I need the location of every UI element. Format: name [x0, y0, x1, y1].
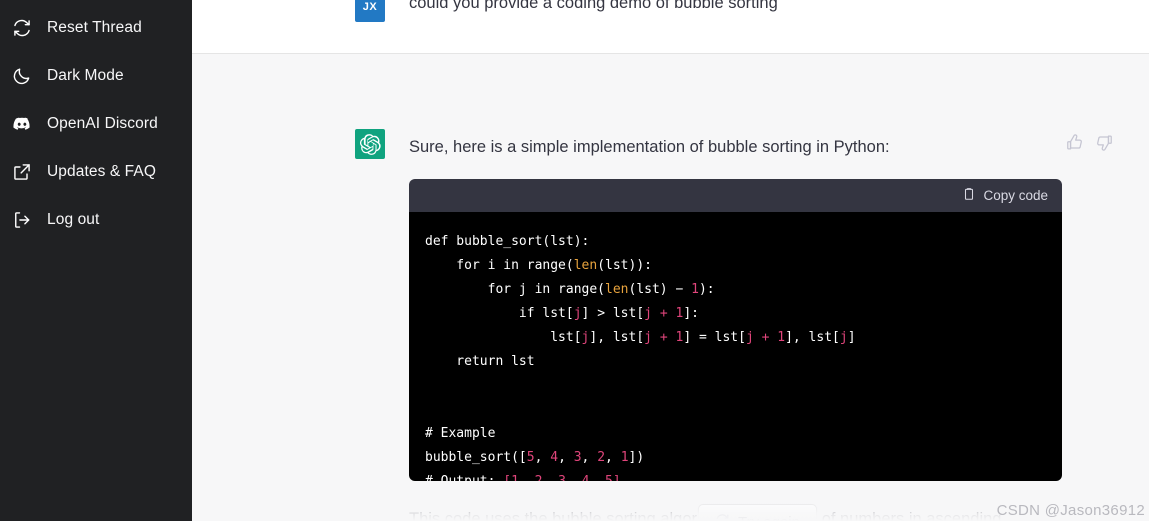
- chat-main: JX could you provide a coding demo of bu…: [192, 0, 1149, 521]
- sidebar-item-label: Log out: [47, 211, 100, 229]
- message-user: JX could you provide a coding demo of bu…: [192, 0, 1149, 54]
- sidebar-item-label: Dark Mode: [47, 67, 124, 85]
- sidebar-item-label: Reset Thread: [47, 19, 142, 37]
- code-block-body[interactable]: def bubble_sort(lst): for i in range(len…: [409, 212, 1062, 481]
- try-again-button[interactable]: Try again: [698, 504, 817, 521]
- avatar-assistant: [355, 129, 385, 159]
- refresh-icon: [715, 513, 730, 521]
- sidebar-item-dark-mode[interactable]: Dark Mode: [0, 52, 192, 100]
- openai-logo-icon: [359, 133, 381, 155]
- logout-icon: [11, 209, 33, 231]
- sidebar-item-openai-discord[interactable]: OpenAI Discord: [0, 100, 192, 148]
- copy-code-label: Copy code: [983, 188, 1048, 203]
- feedback-controls: [1065, 133, 1114, 152]
- message-assistant: Sure, here is a simple implementation of…: [192, 54, 1149, 521]
- thumbs-up-icon[interactable]: [1065, 133, 1084, 152]
- try-again-label: Try again: [738, 514, 800, 521]
- external-link-icon: [11, 161, 33, 183]
- sidebar-item-reset-thread[interactable]: Reset Thread: [0, 4, 192, 52]
- reset-icon: [11, 17, 33, 39]
- sidebar-item-label: Updates & FAQ: [47, 163, 156, 181]
- moon-icon: [11, 65, 33, 87]
- code-text: def bubble_sort(lst): for i in range(len…: [425, 234, 856, 481]
- thumbs-down-icon[interactable]: [1095, 133, 1114, 152]
- code-block: Copy code def bubble_sort(lst): for i in…: [409, 179, 1062, 481]
- copy-code-button[interactable]: Copy code: [962, 187, 1048, 204]
- user-message-text: could you provide a coding demo of bubbl…: [409, 0, 778, 12]
- sidebar: Reset Thread Dark Mode OpenAI Discord Up…: [0, 0, 192, 521]
- clipboard-icon: [962, 187, 976, 204]
- app-root: Reset Thread Dark Mode OpenAI Discord Up…: [0, 0, 1149, 521]
- avatar-user: JX: [355, 0, 385, 22]
- sidebar-item-log-out[interactable]: Log out: [0, 196, 192, 244]
- sidebar-item-updates-and-faq[interactable]: Updates & FAQ: [0, 148, 192, 196]
- watermark: CSDN @Jason36912: [996, 502, 1145, 519]
- discord-icon: [11, 113, 33, 135]
- code-block-header: Copy code: [409, 179, 1062, 212]
- assistant-message-text: Sure, here is a simple implementation of…: [409, 138, 890, 156]
- sidebar-item-label: OpenAI Discord: [47, 115, 158, 133]
